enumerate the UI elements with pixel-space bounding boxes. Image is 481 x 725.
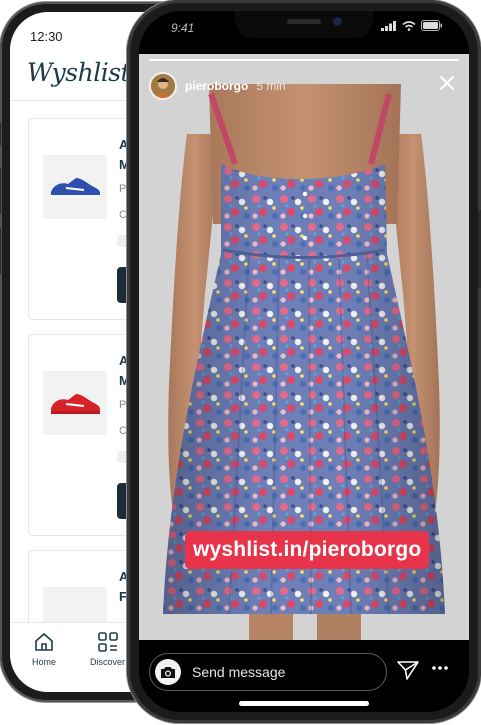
- story-username[interactable]: pieroborgo: [185, 79, 248, 93]
- more-dots-icon: [432, 666, 448, 670]
- send-message-placeholder: Send message: [192, 664, 286, 680]
- close-icon: [440, 76, 454, 90]
- story-header: pieroborgo 5 min: [149, 69, 286, 103]
- product-meta: C: [119, 209, 127, 221]
- story-screen: 9:41 pieroborgo 5 min wyshlist.in/pierob…: [139, 11, 469, 712]
- camera-icon: [161, 667, 175, 678]
- shoe-icon: [51, 394, 100, 414]
- tab-discover[interactable]: Discover: [90, 631, 125, 667]
- wifi-icon: [402, 20, 416, 31]
- notch: [235, 11, 373, 38]
- avatar[interactable]: [149, 72, 177, 100]
- story-time-ago: 5 min: [256, 79, 286, 93]
- status-time: 9:41: [171, 21, 195, 35]
- product-price: P: [119, 399, 127, 411]
- tab-home-label: Home: [32, 657, 57, 667]
- shoe-icon: [51, 178, 100, 198]
- product-meta: C: [119, 425, 127, 437]
- front-phone: 9:41 pieroborgo 5 min wyshlist.in/pierob…: [127, 0, 481, 723]
- front-camera: [333, 17, 342, 26]
- paper-plane-icon: [397, 661, 419, 680]
- more-options-button[interactable]: [431, 658, 449, 676]
- link-sticker[interactable]: wyshlist.in/pieroborgo: [185, 531, 430, 569]
- battery-icon: [421, 20, 443, 31]
- volume-up-button: [0, 167, 1, 215]
- product-image: [43, 155, 107, 219]
- avatar-image: [151, 74, 175, 98]
- home-icon: [35, 633, 53, 651]
- product-price: P: [119, 183, 127, 195]
- wyshlist-logo[interactable]: Wyshlist: [27, 58, 131, 87]
- tab-discover-label: Discover: [90, 657, 126, 667]
- grid-icon: [97, 632, 118, 652]
- close-button[interactable]: [439, 75, 455, 96]
- camera-button[interactable]: [155, 659, 181, 685]
- mute-switch: [0, 122, 1, 146]
- status-icons: [381, 20, 443, 31]
- speaker: [287, 19, 321, 24]
- send-message-field[interactable]: Send message: [149, 653, 387, 691]
- volume-down-button: [0, 227, 1, 275]
- home-indicator[interactable]: [239, 701, 369, 706]
- story-progress-fill: [149, 59, 459, 61]
- tab-home[interactable]: Home: [32, 631, 56, 667]
- signal-icon: [381, 20, 396, 31]
- share-button[interactable]: [397, 660, 419, 685]
- product-image: [43, 371, 107, 435]
- status-time: 12:30: [30, 29, 63, 44]
- story-progress-bar: [149, 59, 459, 61]
